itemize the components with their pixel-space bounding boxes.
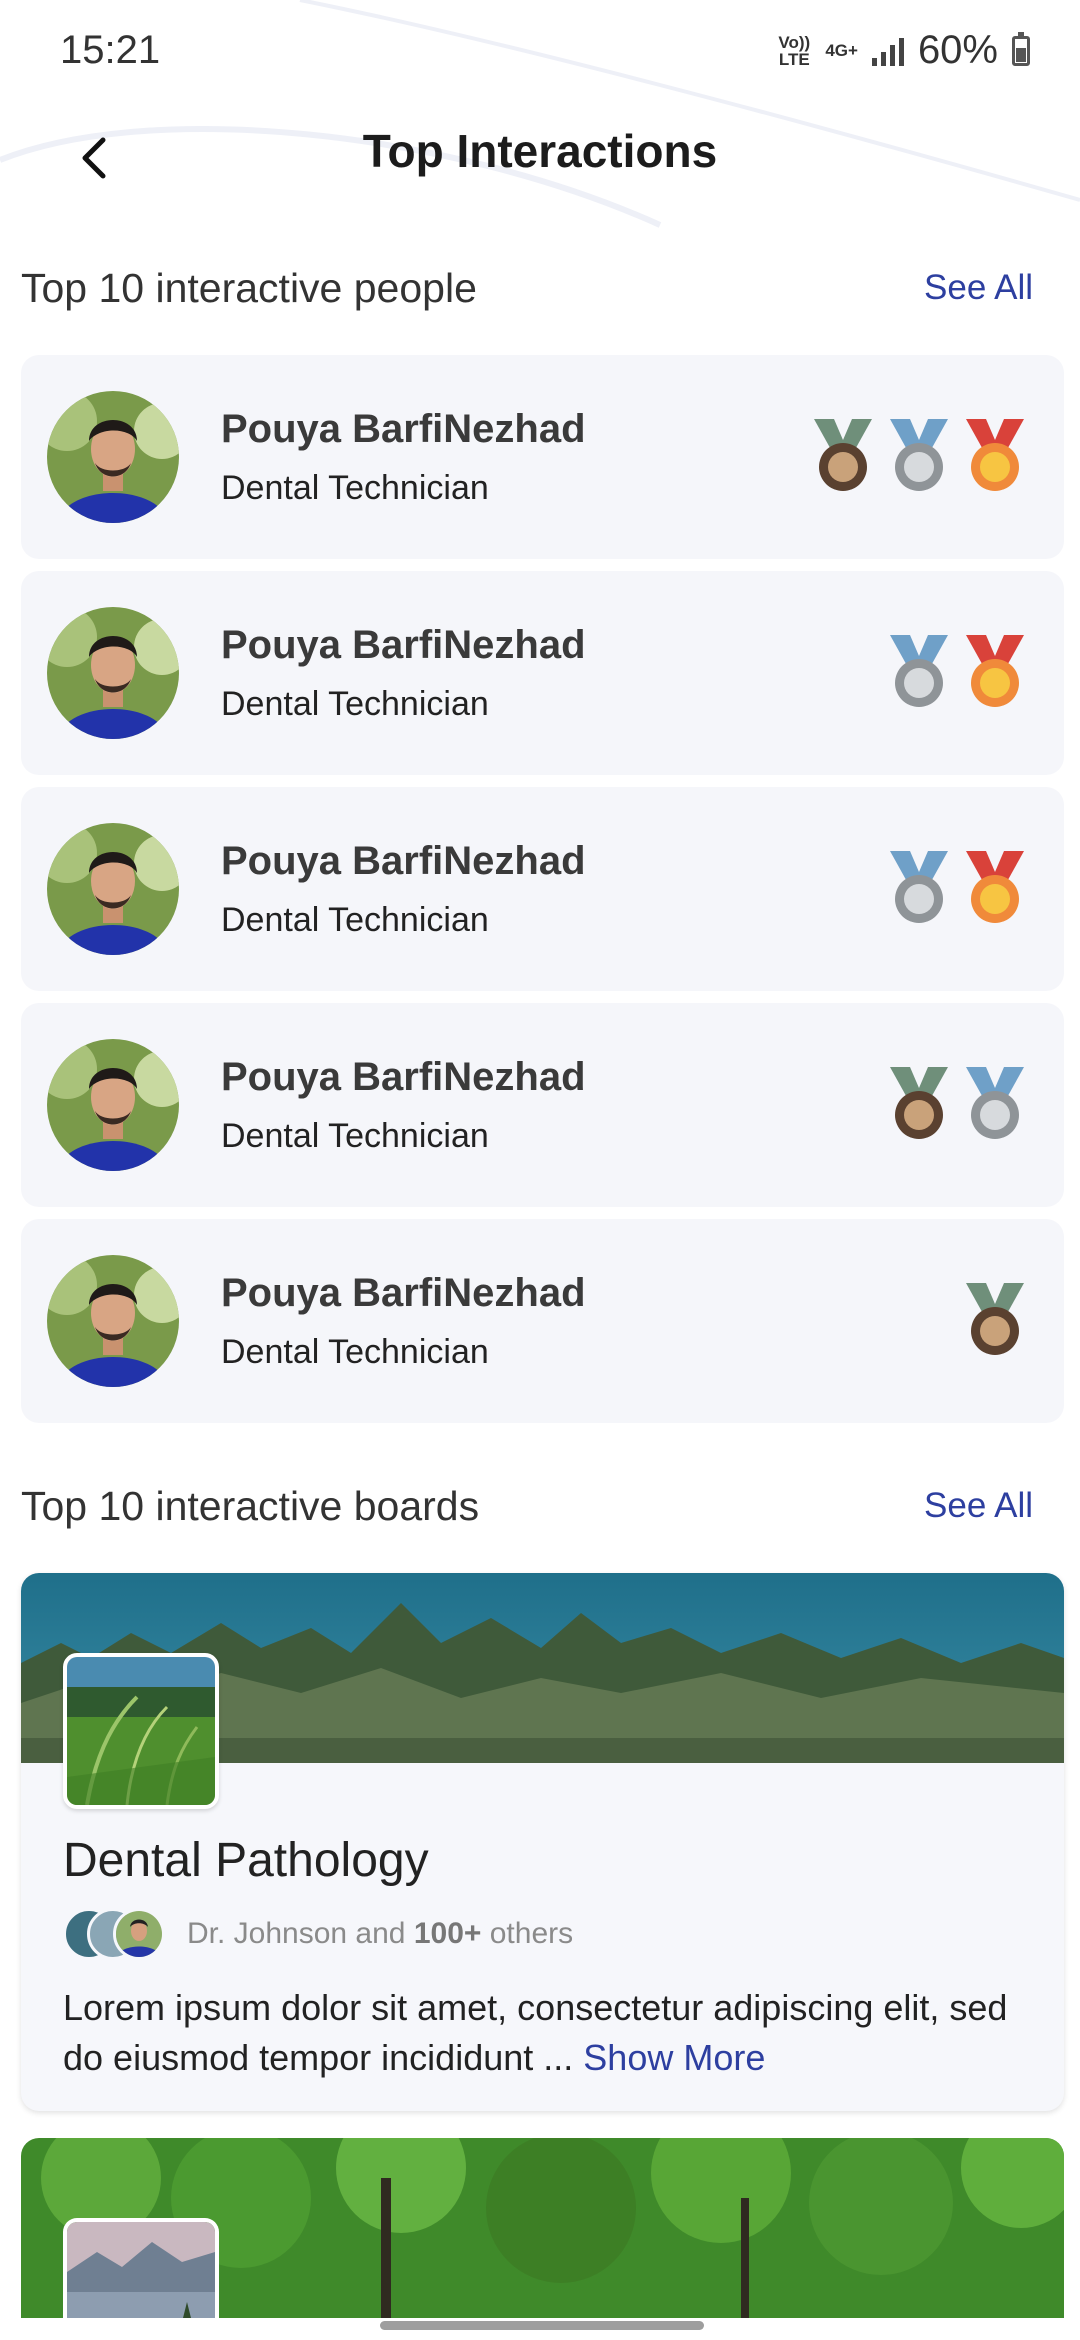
network-type-indicator: 4G+ xyxy=(825,41,858,60)
boards-see-all-link[interactable]: See All xyxy=(924,1486,1059,1526)
board-card[interactable]: Dental Pathology Dr. Johnson and 100+ ot… xyxy=(21,1573,1064,2111)
board-description-text: Lorem ipsum dolor sit amet, consectetur … xyxy=(63,1987,1008,2078)
member-avatar xyxy=(113,1908,165,1960)
person-card[interactable]: Pouya BarfiNezhad Dental Technician xyxy=(21,571,1064,775)
person-name: Pouya BarfiNezhad xyxy=(221,839,586,883)
avatar xyxy=(47,1255,179,1387)
person-name: Pouya BarfiNezhad xyxy=(221,1055,586,1099)
medals xyxy=(888,851,1026,925)
medals xyxy=(888,1067,1026,1141)
person-card[interactable]: Pouya BarfiNezhad Dental Technician xyxy=(21,787,1064,991)
status-icons: Vo)) LTE 4G+ 60% xyxy=(777,28,1030,73)
volte-indicator: Vo)) LTE xyxy=(778,32,811,69)
members-lead: Dr. Johnson and xyxy=(187,1917,406,1950)
grass-image xyxy=(67,1657,215,1805)
person-name: Pouya BarfiNezhad xyxy=(221,1271,586,1315)
person-role: Dental Technician xyxy=(221,1117,489,1155)
person-name: Pouya BarfiNezhad xyxy=(221,623,586,667)
avatar xyxy=(47,391,179,523)
silver-medal-icon xyxy=(888,419,950,493)
people-section-header: Top 10 interactive people See All xyxy=(21,258,1059,318)
signal-icon xyxy=(871,36,904,66)
people-section-title: Top 10 interactive people xyxy=(21,264,477,311)
person-role: Dental Technician xyxy=(221,901,489,939)
mountain-lake-image xyxy=(67,2222,215,2318)
board-thumbnail xyxy=(63,2218,219,2318)
avatar xyxy=(47,1039,179,1171)
battery-percent: 60% xyxy=(917,28,998,72)
medals xyxy=(888,635,1026,709)
board-card-partial[interactable] xyxy=(21,2138,1064,2318)
person-card[interactable]: Pouya BarfiNezhad Dental Technician xyxy=(21,355,1064,559)
bronze-medal-icon xyxy=(812,419,874,493)
board-members[interactable]: Dr. Johnson and 100+ others xyxy=(63,1908,573,1960)
home-indicator[interactable] xyxy=(380,2321,704,2330)
board-thumbnail xyxy=(63,1653,219,1809)
status-time: 15:21 xyxy=(60,28,161,72)
battery-icon xyxy=(1012,31,1030,66)
person-role: Dental Technician xyxy=(221,685,489,723)
silver-medal-icon xyxy=(964,1067,1026,1141)
person-role: Dental Technician xyxy=(221,1333,489,1371)
person-role: Dental Technician xyxy=(221,469,489,507)
gold-medal-icon xyxy=(964,419,1026,493)
boards-section-header: Top 10 interactive boards See All xyxy=(21,1476,1059,1536)
members-tail: others xyxy=(489,1917,574,1950)
silver-medal-icon xyxy=(888,851,950,925)
silver-medal-icon xyxy=(888,635,950,709)
gold-medal-icon xyxy=(964,851,1026,925)
show-more-link[interactable]: Show More xyxy=(583,2037,765,2078)
people-see-all-link[interactable]: See All xyxy=(924,268,1059,308)
members-text: Dr. Johnson and 100+ others xyxy=(187,1917,573,1951)
page-title: Top Interactions xyxy=(362,125,718,177)
board-title: Dental Pathology xyxy=(63,1834,429,1887)
bronze-medal-icon xyxy=(888,1067,950,1141)
gold-medal-icon xyxy=(964,635,1026,709)
avatar xyxy=(47,607,179,739)
members-count: 100+ xyxy=(413,1917,482,1950)
member-avatars xyxy=(63,1908,167,1960)
bronze-medal-icon xyxy=(964,1283,1026,1357)
medals xyxy=(812,419,1026,493)
avatar xyxy=(47,823,179,955)
person-card[interactable]: Pouya BarfiNezhad Dental Technician xyxy=(21,1219,1064,1423)
boards-section-title: Top 10 interactive boards xyxy=(21,1482,480,1529)
status-bar: 15:21 Vo)) LTE 4G+ 60% xyxy=(0,0,1080,100)
board-description: Lorem ipsum dolor sit amet, consectetur … xyxy=(63,1983,1043,2083)
person-name: Pouya BarfiNezhad xyxy=(221,407,586,451)
medals xyxy=(964,1283,1026,1357)
person-card[interactable]: Pouya BarfiNezhad Dental Technician xyxy=(21,1003,1064,1207)
